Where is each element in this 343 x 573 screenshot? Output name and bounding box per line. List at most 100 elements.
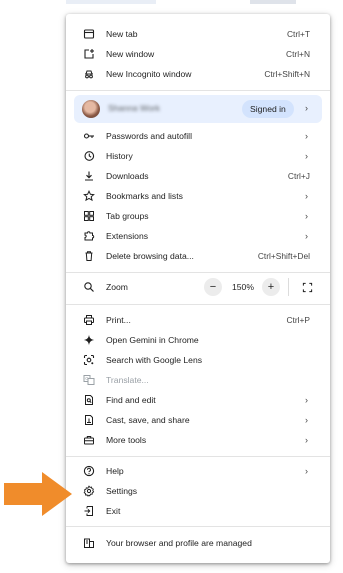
zoom-divider xyxy=(288,278,289,296)
menu-item-zoom: Zoom − 150% + xyxy=(66,277,330,297)
chrome-menu: New tab Ctrl+T New window Ctrl+N New Inc… xyxy=(66,14,330,563)
menu-item-translate: G Translate... xyxy=(66,370,330,390)
menu-item-downloads[interactable]: Downloads Ctrl+J xyxy=(66,166,330,186)
menu-item-label: Tab groups xyxy=(106,211,149,221)
profile-row[interactable]: Shanna Work Signed in › xyxy=(74,95,322,123)
menu-item-label: Zoom xyxy=(106,282,128,292)
menu-item-history[interactable]: History › xyxy=(66,146,330,166)
menu-item-label: Exit xyxy=(106,506,121,516)
chevron-right-icon: › xyxy=(305,151,308,161)
chevron-right-icon: › xyxy=(305,103,308,113)
divider xyxy=(66,456,330,457)
menu-item-google-lens[interactable]: Search with Google Lens xyxy=(66,350,330,370)
menu-item-label: Bookmarks and lists xyxy=(106,191,183,201)
menu-item-label: Your browser and profile are managed xyxy=(106,538,252,548)
menu-item-settings[interactable]: Settings xyxy=(66,481,330,501)
history-icon xyxy=(82,149,96,163)
zoom-out-button[interactable]: − xyxy=(204,278,222,296)
new-window-icon xyxy=(82,47,96,61)
help-icon xyxy=(82,464,96,478)
browser-toolbar-edge xyxy=(66,0,330,14)
incognito-icon xyxy=(82,67,96,81)
menu-item-new-window[interactable]: New window Ctrl+N xyxy=(66,44,330,64)
new-tab-icon xyxy=(82,27,96,41)
menu-item-label: Cast, save, and share xyxy=(106,415,190,425)
shortcut-text: Ctrl+N xyxy=(286,49,310,59)
menu-item-label: Passwords and autofill xyxy=(106,131,192,141)
menu-item-delete-browsing-data[interactable]: Delete browsing data... Ctrl+Shift+Del xyxy=(66,246,330,266)
toolbar-button-edge xyxy=(250,0,296,4)
chevron-right-icon: › xyxy=(305,131,308,141)
tab-strip-edge xyxy=(66,0,156,4)
menu-item-label: Search with Google Lens xyxy=(106,355,203,365)
gemini-icon xyxy=(82,333,96,347)
managed-icon xyxy=(82,536,96,550)
menu-item-bookmarks[interactable]: Bookmarks and lists › xyxy=(66,186,330,206)
menu-item-managed[interactable]: Your browser and profile are managed xyxy=(66,533,330,553)
zoom-level: 150% xyxy=(232,282,254,292)
divider xyxy=(66,272,330,273)
menu-item-label: Print... xyxy=(106,315,131,325)
printer-icon xyxy=(82,313,96,327)
exit-icon xyxy=(82,504,96,518)
menu-item-help[interactable]: Help › xyxy=(66,461,330,481)
menu-item-extensions[interactable]: Extensions › xyxy=(66,226,330,246)
menu-item-label: Translate... xyxy=(106,375,149,385)
chevron-right-icon: › xyxy=(305,191,308,201)
menu-item-exit[interactable]: Exit xyxy=(66,501,330,521)
menu-item-label: Delete browsing data... xyxy=(106,251,194,261)
find-icon xyxy=(82,393,96,407)
shortcut-text: Ctrl+Shift+N xyxy=(264,69,310,79)
menu-item-cast-save-share[interactable]: Cast, save, and share › xyxy=(66,410,330,430)
avatar xyxy=(82,100,100,118)
download-icon xyxy=(82,169,96,183)
menu-item-label: New Incognito window xyxy=(106,69,192,79)
menu-item-find-edit[interactable]: Find and edit › xyxy=(66,390,330,410)
divider xyxy=(66,90,330,91)
lens-icon xyxy=(82,353,96,367)
fullscreen-icon[interactable] xyxy=(298,278,316,296)
translate-icon: G xyxy=(82,373,96,387)
menu-item-passwords[interactable]: Passwords and autofill › xyxy=(66,126,330,146)
divider xyxy=(66,526,330,527)
zoom-in-button[interactable]: + xyxy=(262,278,280,296)
menu-item-gemini[interactable]: Open Gemini in Chrome xyxy=(66,330,330,350)
menu-item-tab-groups[interactable]: Tab groups › xyxy=(66,206,330,226)
menu-item-label: Help xyxy=(106,466,124,476)
shortcut-text: Ctrl+Shift+Del xyxy=(257,251,310,261)
menu-item-label: Open Gemini in Chrome xyxy=(106,335,199,345)
key-icon xyxy=(82,129,96,143)
menu-item-label: Downloads xyxy=(106,171,149,181)
menu-item-new-incognito[interactable]: New Incognito window Ctrl+Shift+N xyxy=(66,64,330,84)
menu-item-more-tools[interactable]: More tools › xyxy=(66,430,330,450)
menu-item-label: New tab xyxy=(106,29,138,39)
chevron-right-icon: › xyxy=(305,466,308,476)
chevron-right-icon: › xyxy=(305,415,308,425)
tab-groups-icon xyxy=(82,209,96,223)
menu-item-label: New window xyxy=(106,49,155,59)
shortcut-text: Ctrl+J xyxy=(287,171,310,181)
trash-icon xyxy=(82,249,96,263)
gear-icon xyxy=(82,484,96,498)
menu-item-label: Settings xyxy=(106,486,138,496)
menu-item-print[interactable]: Print... Ctrl+P xyxy=(66,310,330,330)
chevron-right-icon: › xyxy=(305,435,308,445)
svg-text:G: G xyxy=(85,376,89,381)
chevron-right-icon: › xyxy=(305,231,308,241)
menu-item-label: Extensions xyxy=(106,231,149,241)
zoom-icon xyxy=(82,280,96,294)
menu-item-new-tab[interactable]: New tab Ctrl+T xyxy=(66,24,330,44)
menu-item-label: History xyxy=(106,151,133,161)
menu-item-label: More tools xyxy=(106,435,147,445)
puzzle-icon xyxy=(82,229,96,243)
profile-name: Shanna Work xyxy=(108,103,160,113)
chevron-right-icon: › xyxy=(305,395,308,405)
toolbox-icon xyxy=(82,433,96,447)
divider xyxy=(66,304,330,305)
signed-in-badge: Signed in xyxy=(242,100,294,118)
shortcut-text: Ctrl+P xyxy=(286,315,310,325)
shortcut-text: Ctrl+T xyxy=(286,29,310,39)
chevron-right-icon: › xyxy=(305,211,308,221)
cast-icon xyxy=(82,413,96,427)
star-icon xyxy=(82,189,96,203)
